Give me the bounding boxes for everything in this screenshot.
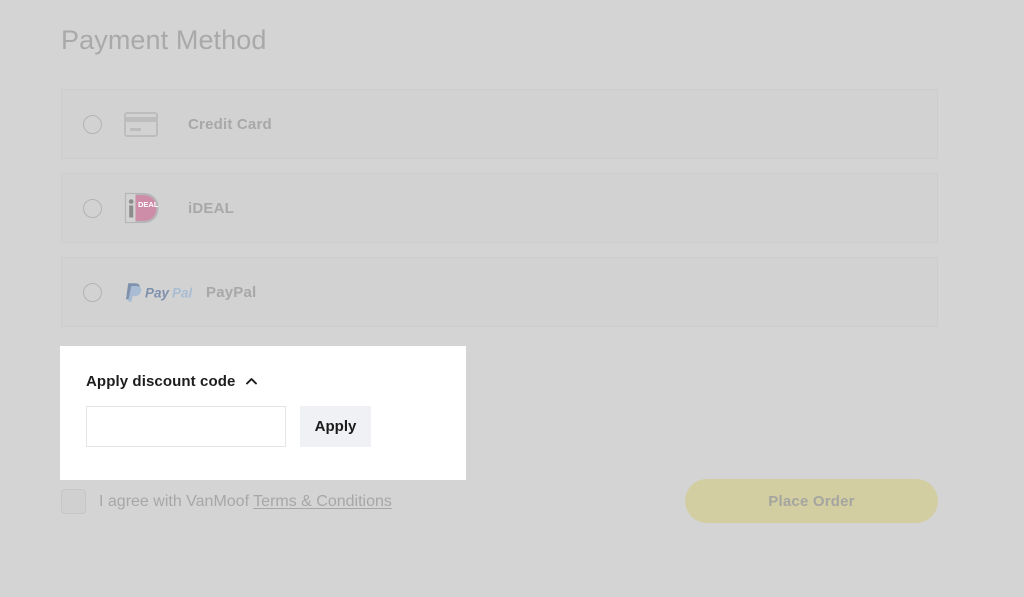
ideal-logo-icon: DEAL [124,192,180,224]
terms-checkbox[interactable] [61,489,86,514]
terms-text-prefix: I agree with VanMoof [99,492,254,510]
svg-text:DEAL: DEAL [138,200,159,209]
place-order-button[interactable]: Place Order [685,479,938,523]
radio-ideal[interactable] [83,198,102,218]
payment-option-ideal[interactable]: DEAL iDEAL [61,173,938,243]
terms-agreement-row[interactable]: I agree with VanMoof Terms & Conditions [61,489,392,514]
page-title: Payment Method [61,25,267,55]
payment-option-label-credit-card: Credit Card [188,115,272,133]
payment-option-label-paypal: PayPal [206,283,257,301]
chevron-up-icon[interactable] [245,375,258,388]
radio-credit-card[interactable] [83,114,102,134]
discount-code-title: Apply discount code [86,373,236,390]
radio-paypal[interactable] [83,282,102,302]
terms-and-conditions-link[interactable]: Terms & Conditions [253,493,392,510]
payment-option-credit-card[interactable]: Credit Card [61,89,938,159]
apply-discount-button[interactable]: Apply [300,406,371,447]
credit-card-icon [124,111,180,137]
discount-code-toggle[interactable]: Apply discount code [86,373,258,390]
svg-text:Pal: Pal [172,285,193,300]
paypal-logo-icon: Pay Pal [124,281,198,303]
discount-code-input[interactable] [86,406,286,447]
terms-text: I agree with VanMoof Terms & Conditions [99,493,392,511]
svg-text:Pay: Pay [145,285,171,300]
checkout-page: Payment Method Credit Card DEAL iDEAL Pa… [0,0,1024,597]
payment-option-label-ideal: iDEAL [188,199,234,217]
payment-option-paypal[interactable]: Pay Pal PayPal [61,257,938,327]
